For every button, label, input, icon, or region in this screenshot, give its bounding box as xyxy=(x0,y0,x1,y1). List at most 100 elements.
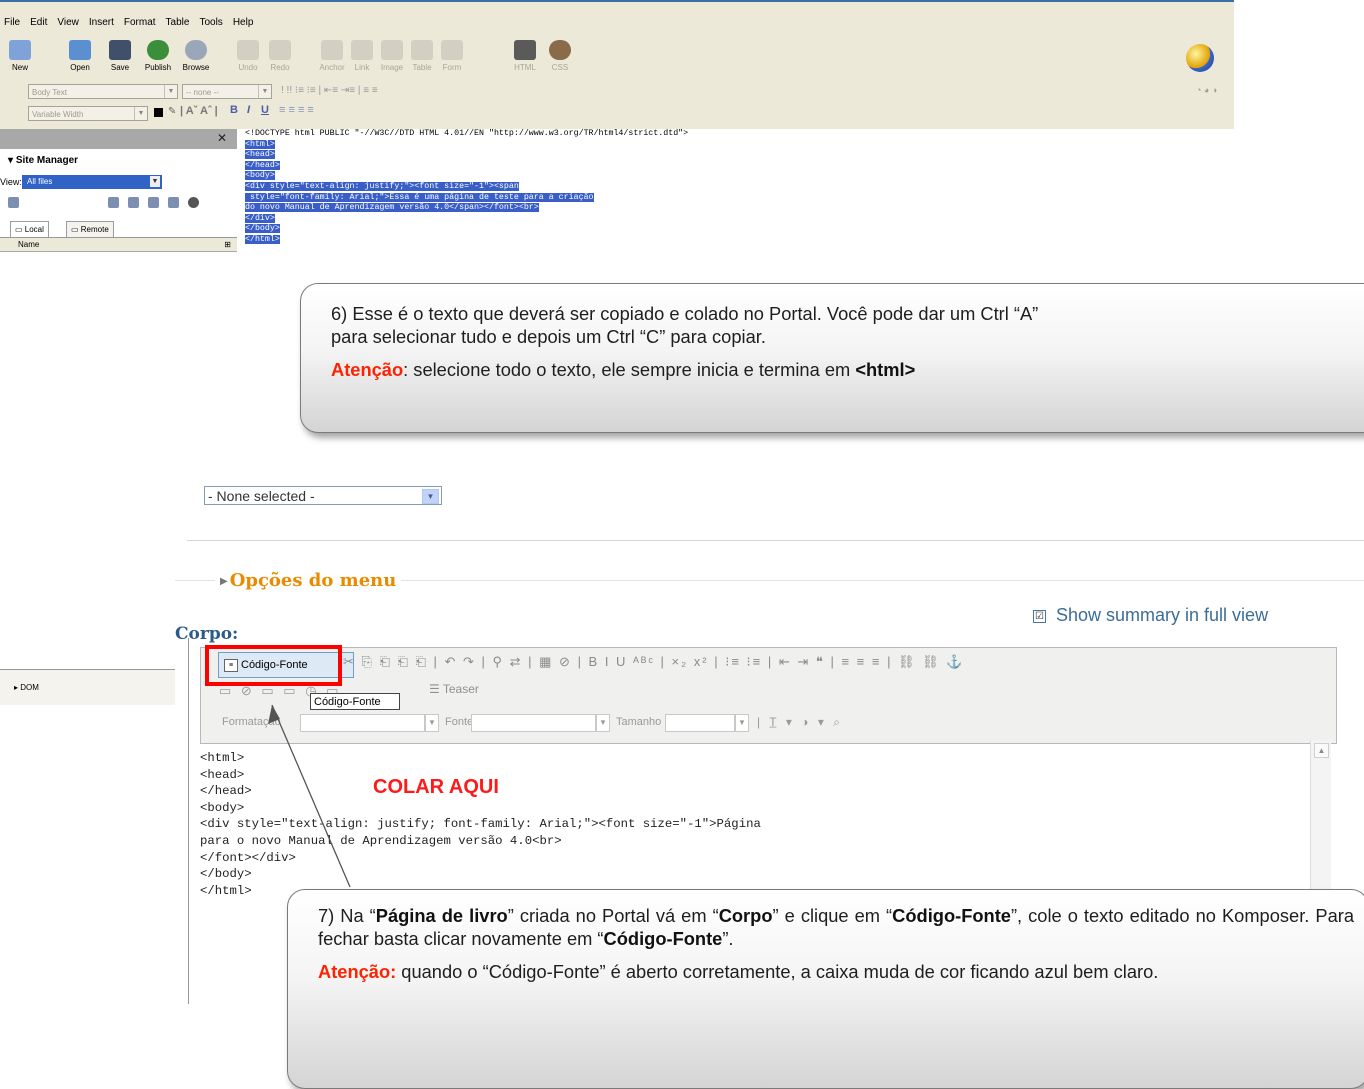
menu-edit[interactable]: Edit xyxy=(30,17,47,28)
source-line: <div style="text-align: justify;"><font … xyxy=(237,181,1234,193)
save-button[interactable]: Save xyxy=(100,36,140,80)
browse-button[interactable]: Browse xyxy=(176,36,216,80)
view-label: View: xyxy=(0,177,22,187)
edit-icon[interactable] xyxy=(148,197,159,208)
close-icon[interactable]: ✕ xyxy=(217,131,227,145)
menu-tools[interactable]: Tools xyxy=(199,17,222,28)
chevron-down-icon[interactable]: ▼ xyxy=(425,714,439,732)
size-select[interactable] xyxy=(665,714,735,732)
editor-tool-icons[interactable]: ✂ ⎘ ⎗ ⎗ ⎗ | ↶ ↷ | ⚲ ⇄ | ▦ ⊘ | B I U ᴬᴮᶜ … xyxy=(343,654,964,670)
anchor-label: Anchor xyxy=(319,63,345,72)
show-summary-label: Show summary in full view xyxy=(1056,605,1269,625)
publish-button[interactable]: Publish xyxy=(138,36,178,80)
body-label: Corpo: xyxy=(175,624,239,644)
name-column-header[interactable]: Name ⊞ xyxy=(0,238,237,252)
chevron-down-icon: ▼ xyxy=(150,176,160,187)
font-size-icons[interactable]: | Aˇ Aˆ | xyxy=(180,105,218,117)
publish-label: Publish xyxy=(144,63,172,72)
css-button[interactable]: CSS xyxy=(540,36,580,80)
callout7-text: ” criada no Portal vá em “ xyxy=(507,905,719,926)
tab-remote[interactable]: ▭ Remote xyxy=(66,221,114,237)
columns-icon[interactable]: ⊞ xyxy=(224,238,231,252)
site-manager-title[interactable]: ▾ Site Manager xyxy=(8,155,78,166)
source-line-text: </html> xyxy=(245,234,280,244)
table-icon xyxy=(411,40,433,60)
taxonomy-select-value: - None selected - xyxy=(208,488,315,504)
menu-options-legend[interactable]: ▶ Opções do menu xyxy=(215,570,402,591)
menu-file[interactable]: File xyxy=(4,17,20,28)
show-summary-checkbox[interactable]: ☑ Show summary in full view xyxy=(1033,605,1268,626)
callout7-attention: Atenção: quando o “Código-Fonte” é abert… xyxy=(318,960,1354,983)
source-line-text: </div> xyxy=(245,213,275,223)
divider xyxy=(187,540,1364,541)
dom-label: DOM xyxy=(20,683,39,692)
menu-table[interactable]: Table xyxy=(166,17,190,28)
panel-header: ✕ xyxy=(0,129,237,149)
callout7-bold: Página de livro xyxy=(375,905,508,926)
source-textarea[interactable]: <html> <head> </head> <body> <div style="tex… xyxy=(200,750,761,899)
callout6-attention: Atenção: selecione todo o texto, ele sem… xyxy=(331,358,1364,381)
callout6-line1: 6) Esse é o texto que deverá ser copiado… xyxy=(331,303,1039,324)
class-value: -- none -- xyxy=(186,88,219,97)
code-line: <div style="text-align: justify; font-fa… xyxy=(200,817,761,832)
tab-local[interactable]: ▭ Local xyxy=(10,221,49,237)
spell-icons[interactable]: ◔ ◕ ◑ xyxy=(1196,85,1217,95)
bold-button[interactable]: B xyxy=(230,104,238,116)
new-button[interactable]: New xyxy=(0,36,40,80)
source-line: <body> xyxy=(237,171,1234,182)
link-label: Link xyxy=(354,63,370,72)
highlight-icon[interactable]: ✎ xyxy=(168,106,176,117)
folder-icon[interactable] xyxy=(128,197,139,208)
font-select[interactable]: Variable Width ▼ xyxy=(28,106,148,121)
text-color-icon[interactable] xyxy=(154,108,163,117)
color-icons[interactable]: | T̲ ▾ ◑ ▾ ⌕ xyxy=(757,715,843,730)
taxonomy-select[interactable]: - None selected - ▼ xyxy=(204,486,442,505)
callout7-text: ” e clique em “ xyxy=(772,905,893,926)
class-select[interactable]: -- none -- ▼ xyxy=(182,84,272,99)
italic-button[interactable]: I xyxy=(247,104,250,116)
code-line: <html> xyxy=(200,751,245,765)
stop-icon[interactable] xyxy=(188,197,199,208)
chevron-down-icon[interactable]: ▼ xyxy=(735,714,749,732)
format-toolbar-2: Variable Width ▼ ✎ | Aˇ Aˆ | B I U ≡ ≡ ≡ … xyxy=(0,104,1234,124)
paste-here-label: COLAR AQUI xyxy=(373,776,499,798)
callout7-bold: Código-Fonte xyxy=(892,905,1011,926)
scroll-up-icon[interactable]: ▲ xyxy=(1314,743,1329,758)
table-label: Table xyxy=(412,63,432,72)
menu-format[interactable]: Format xyxy=(124,17,156,28)
redo-button[interactable]: Redo xyxy=(260,36,300,80)
publish-icon xyxy=(147,40,169,60)
font-value: Variable Width xyxy=(32,110,84,119)
source-line-text: <html> xyxy=(245,139,275,149)
font-select[interactable] xyxy=(471,714,596,732)
callout7-body: 7) Na “Página de livro” criada no Portal… xyxy=(318,904,1354,950)
align-icons[interactable]: ≡ ≡ ≡ ≡ xyxy=(279,104,314,116)
source-line: style="font-family: Arial;">Essa é uma p… xyxy=(237,192,1234,204)
new-site-icon[interactable] xyxy=(8,197,19,208)
teaser-button[interactable]: ☰ Teaser xyxy=(429,682,479,696)
menu-help[interactable]: Help xyxy=(233,17,254,28)
redo-label: Redo xyxy=(270,63,290,72)
view-select[interactable]: All files ▼ xyxy=(22,175,162,189)
source-line-text: <head> xyxy=(245,150,275,160)
left-border xyxy=(188,638,189,1004)
menu-insert[interactable]: Insert xyxy=(89,17,114,28)
refresh-icon[interactable] xyxy=(108,197,119,208)
callout7-att-label: Atenção: xyxy=(318,961,397,982)
list-icons[interactable]: ! !! ⁝≡ ⁝≡ | ⇤≡ ⇥≡ | ≡ ≡ xyxy=(281,85,378,96)
form-button[interactable]: Form xyxy=(432,36,472,80)
open-button[interactable]: Open xyxy=(60,36,100,80)
local-tab-icon: ▭ xyxy=(15,225,25,234)
underline-button[interactable]: U xyxy=(261,104,269,116)
chevron-down-icon[interactable]: ▼ xyxy=(596,714,610,732)
html-button[interactable]: HTML xyxy=(505,36,545,80)
callout-step-7: 7) Na “Página de livro” criada no Portal… xyxy=(287,889,1364,1089)
open-label: Open xyxy=(70,63,90,72)
delete-icon[interactable] xyxy=(168,197,179,208)
form-icon xyxy=(441,40,463,60)
format-label: Formatação xyxy=(222,716,281,728)
format-select[interactable] xyxy=(300,714,425,732)
paragraph-style-select[interactable]: Body Text ▼ xyxy=(28,84,178,99)
menu-view[interactable]: View xyxy=(57,17,79,28)
tab-remote-label: Remote xyxy=(80,225,109,234)
